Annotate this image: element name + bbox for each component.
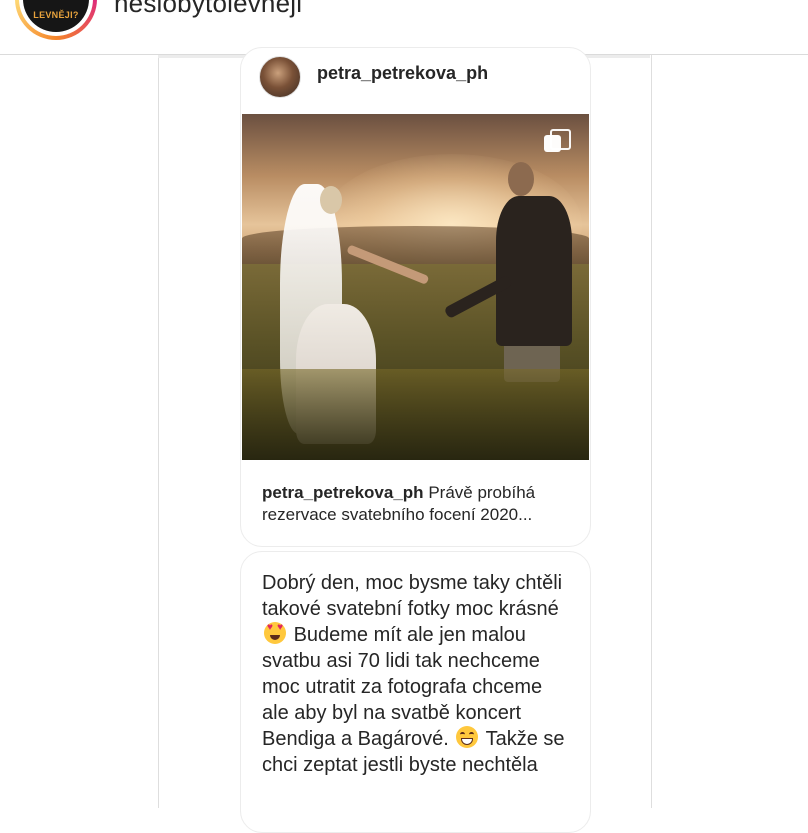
- message-text: Dobrý den, moc bysme taky chtěli takové …: [262, 570, 572, 778]
- message-line: Dobrý den, moc bysme taky chtěli takové …: [262, 572, 563, 620]
- account-name[interactable]: neslobytolevněji: [114, 0, 302, 19]
- post-photo[interactable]: [242, 114, 589, 460]
- heart-eyes-emoji-icon: [264, 622, 286, 644]
- post-author-avatar[interactable]: [259, 56, 301, 98]
- multiple-photos-icon: [544, 129, 571, 153]
- groom-figure: [496, 196, 572, 346]
- shared-post-card[interactable]: petra_petrekova_ph petra_petrekova_ph Pr…: [240, 47, 591, 547]
- profile-avatar-ring[interactable]: LEVNĚJI?: [15, 0, 97, 40]
- grinning-emoji-icon: [456, 726, 479, 748]
- post-author-username[interactable]: petra_petrekova_ph: [317, 63, 488, 84]
- post-caption[interactable]: petra_petrekova_ph Právě probíhá rezerva…: [262, 482, 577, 526]
- caption-username: petra_petrekova_ph: [262, 483, 424, 502]
- avatar: LEVNĚJI?: [23, 0, 89, 32]
- avatar-text: LEVNĚJI?: [33, 10, 79, 20]
- message-bubble[interactable]: Dobrý den, moc bysme taky chtěli takové …: [240, 551, 591, 833]
